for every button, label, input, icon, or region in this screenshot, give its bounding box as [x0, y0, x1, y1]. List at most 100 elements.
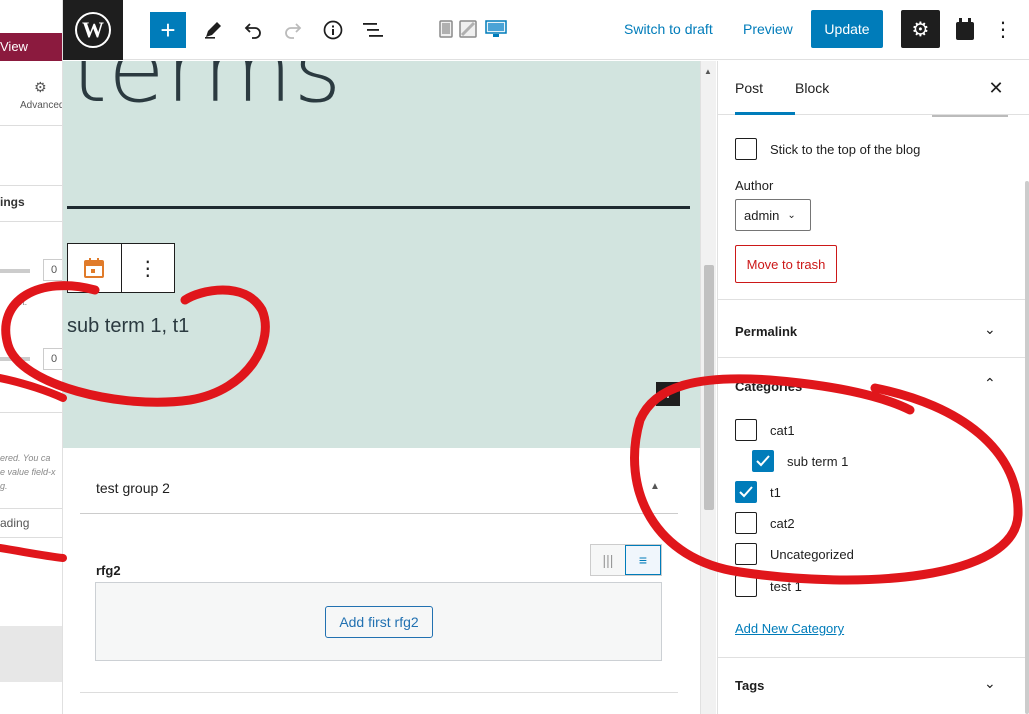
- undo-button[interactable]: [235, 12, 271, 48]
- divider: [80, 692, 678, 693]
- category-checkbox[interactable]: [735, 481, 757, 503]
- category-item[interactable]: test 1: [735, 575, 802, 597]
- settings-sidebar: Post Block ✕ Stick to the top of the blo…: [717, 61, 1029, 714]
- preview-button[interactable]: Preview: [743, 21, 793, 37]
- info-icon: [323, 20, 343, 40]
- category-checkbox[interactable]: [735, 419, 757, 441]
- post-terms-block[interactable]: sub term 1, t1: [67, 315, 189, 338]
- wordpress-logo-button[interactable]: W: [63, 0, 123, 60]
- layout-toggle: ||| ≡: [590, 544, 662, 576]
- category-item[interactable]: sub term 1: [752, 450, 848, 472]
- sticky-checkbox[interactable]: [735, 138, 757, 160]
- block-toolbar: ⋮: [67, 243, 175, 293]
- details-button[interactable]: [315, 12, 351, 48]
- gear-icon[interactable]: ⚙: [34, 79, 47, 96]
- checkmark-icon: [739, 486, 753, 498]
- sidebar-tabs: Post Block ✕: [718, 61, 1029, 115]
- help-text: ft.: [20, 297, 28, 307]
- tags-panel-toggle[interactable]: Tags: [735, 678, 764, 693]
- field-group-panel: test group 2 ▲ rfg2 ||| ≡ Add first rfg2: [80, 448, 678, 714]
- sticky-checkbox-row[interactable]: Stick to the top of the blog: [735, 138, 920, 160]
- number-input[interactable]: 0: [43, 348, 62, 370]
- categories-panel-toggle[interactable]: Categories: [735, 379, 802, 394]
- slider-track[interactable]: [0, 269, 30, 273]
- gear-icon: ⚙: [911, 18, 930, 41]
- editor-canvas: terms ⋮ sub term 1, t1 + test group 2 ▲ …: [63, 61, 700, 714]
- cover-block[interactable]: terms ⋮ sub term 1, t1 +: [63, 61, 700, 448]
- help-text: ered. You ca: [0, 453, 51, 463]
- sticky-label: Stick to the top of the blog: [770, 141, 921, 157]
- category-checkbox[interactable]: [735, 512, 757, 534]
- tab-post-label: Post: [735, 80, 764, 96]
- category-label: sub term 1: [787, 453, 849, 469]
- plus-icon: +: [662, 382, 674, 405]
- redo-button[interactable]: [275, 12, 311, 48]
- category-checkbox[interactable]: [735, 575, 757, 597]
- author-value: admin: [744, 207, 780, 223]
- divider: [0, 412, 62, 413]
- list-view-button[interactable]: [355, 12, 391, 48]
- category-label: Uncategorized: [770, 546, 854, 562]
- view-tab[interactable]: View: [0, 33, 62, 61]
- list-view-icon: [363, 23, 383, 37]
- category-checkbox[interactable]: [752, 450, 774, 472]
- block-options-button[interactable]: ⋮: [120, 244, 175, 292]
- category-item[interactable]: t1: [735, 481, 781, 503]
- close-sidebar-button[interactable]: ✕: [984, 76, 1008, 100]
- scrollbar-thumb[interactable]: [704, 265, 714, 510]
- tablet-preview-icon[interactable]: [459, 20, 477, 38]
- sidebar-scrollbar[interactable]: [1025, 181, 1029, 714]
- number-input[interactable]: 0: [43, 259, 62, 281]
- settings-heading: ings: [0, 195, 25, 209]
- chevron-up-icon[interactable]: ⌃: [984, 375, 996, 392]
- separator-block[interactable]: [67, 206, 690, 209]
- desktop-preview-icon[interactable]: [485, 20, 507, 38]
- post-title[interactable]: terms: [71, 61, 342, 123]
- permalink-panel-toggle[interactable]: Permalink: [735, 324, 797, 339]
- editor-toolbar: W + Switch to draft Preview Update ⚙ ⋮: [63, 0, 1029, 60]
- divider: [718, 299, 1025, 300]
- rows-icon: ≡: [638, 552, 648, 568]
- tab-post[interactable]: Post: [735, 61, 796, 115]
- heading-field-label: ading: [0, 516, 30, 530]
- move-to-trash-button[interactable]: Move to trash: [735, 245, 837, 283]
- category-item[interactable]: Uncategorized: [735, 543, 854, 565]
- add-new-category-link[interactable]: Add New Category: [735, 621, 844, 636]
- divider: [718, 357, 1025, 358]
- author-label: Author: [735, 178, 774, 193]
- plugin-sidebar-button[interactable]: [951, 14, 979, 44]
- calendar-icon: [84, 258, 105, 278]
- block-inserter-button[interactable]: +: [150, 12, 186, 48]
- slider-track[interactable]: [0, 357, 30, 361]
- scroll-shadow: [932, 115, 1008, 117]
- field-group-header[interactable]: test group 2 ▲: [80, 448, 678, 514]
- block-type-button[interactable]: [68, 244, 121, 292]
- category-checkbox[interactable]: [735, 543, 757, 565]
- table-layout-button[interactable]: |||: [591, 545, 625, 575]
- mobile-preview-icon[interactable]: [439, 20, 453, 38]
- divider: [0, 537, 62, 538]
- collapse-arrow-icon[interactable]: ▲: [650, 481, 660, 492]
- advanced-label: Advanced: [20, 100, 63, 111]
- columns-icon: |||: [602, 552, 614, 568]
- chevron-down-icon[interactable]: ⌄: [984, 321, 996, 338]
- add-block-button[interactable]: +: [656, 382, 680, 406]
- grey-panel: [0, 626, 62, 682]
- help-text: e value field-x: [0, 467, 56, 477]
- row-layout-button[interactable]: ≡: [625, 545, 661, 575]
- update-button[interactable]: Update: [811, 10, 883, 48]
- chevron-down-icon[interactable]: ⌄: [984, 675, 996, 692]
- tab-block[interactable]: Block: [795, 61, 829, 115]
- category-item[interactable]: cat1: [735, 419, 795, 441]
- category-item[interactable]: cat2: [735, 512, 795, 534]
- canvas-scrollbar[interactable]: ▲: [700, 61, 716, 714]
- author-select[interactable]: admin ⌄: [735, 199, 811, 231]
- scroll-up-arrow-icon[interactable]: ▲: [704, 67, 712, 76]
- undo-icon: [244, 23, 261, 39]
- more-options-button[interactable]: ⋮: [993, 14, 1013, 44]
- tools-button[interactable]: [195, 12, 231, 48]
- redo-icon: [285, 23, 302, 39]
- add-first-row-button[interactable]: Add first rfg2: [325, 606, 433, 638]
- switch-to-draft-button[interactable]: Switch to draft: [624, 21, 713, 37]
- settings-button[interactable]: ⚙: [901, 10, 940, 48]
